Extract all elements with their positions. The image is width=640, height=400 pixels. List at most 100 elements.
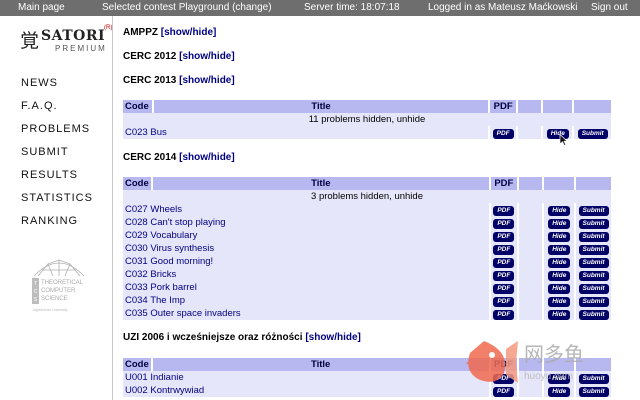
submit-cell: Submit bbox=[576, 281, 611, 294]
problem-title-link[interactable]: C030 Virus synthesis bbox=[123, 242, 489, 255]
satori-logo[interactable]: 覚 SATORI (R) PREMIUM bbox=[20, 25, 112, 66]
hide-button[interactable]: Hide bbox=[548, 231, 571, 242]
hide-button[interactable]: Hide bbox=[548, 283, 571, 294]
problem-title-link[interactable]: C034 The Imp bbox=[123, 294, 489, 307]
hide-cell: Hide bbox=[544, 216, 575, 229]
sign-out-link[interactable]: Sign out bbox=[591, 2, 628, 13]
section-cerc2012: CERC 2012 [show/hide] bbox=[123, 51, 235, 62]
sidebar: 覚 SATORI (R) PREMIUM NEWS F.A.Q. PROBLEM… bbox=[0, 16, 113, 400]
hide-cell: Hide bbox=[543, 126, 573, 139]
submit-button[interactable]: Submit bbox=[578, 270, 609, 281]
problem-title-link[interactable]: C028 Can't stop playing bbox=[123, 216, 489, 229]
header-code: Code bbox=[123, 177, 151, 190]
hide-button[interactable]: Hide bbox=[548, 309, 571, 320]
problem-title-link[interactable]: U002 Kontrwywiad bbox=[123, 384, 489, 397]
nav-results[interactable]: RESULTS bbox=[21, 168, 93, 191]
toggle-link[interactable]: [show/hide] bbox=[179, 51, 235, 62]
problem-title-link[interactable]: U001 Indianie bbox=[123, 371, 489, 384]
cerc2014-rows: C027 Wheels PDF Hide Submit C028 Can't stop … bbox=[123, 203, 611, 320]
toggle-link[interactable]: [show/hide] bbox=[179, 75, 235, 86]
pdf-button[interactable]: PDF bbox=[493, 257, 515, 268]
submit-button[interactable]: Submit bbox=[578, 296, 609, 307]
hide-cell: Hide bbox=[544, 203, 575, 216]
toggle-link[interactable]: [show/hide] bbox=[161, 27, 217, 38]
submit-button[interactable]: Submit bbox=[578, 218, 609, 229]
problem-title-link[interactable]: C027 Wheels bbox=[123, 203, 489, 216]
pdf-button[interactable]: PDF bbox=[492, 128, 514, 139]
hide-button[interactable]: Hide bbox=[548, 257, 571, 268]
submit-button[interactable]: Submit bbox=[578, 309, 609, 320]
problem-title-link[interactable]: C031 Good morning! bbox=[123, 255, 489, 268]
hide-button[interactable]: Hide bbox=[548, 244, 571, 255]
header-title: Title bbox=[153, 100, 489, 113]
empty-cell bbox=[518, 307, 543, 320]
mouse-cursor-icon bbox=[559, 134, 568, 146]
nav-ranking[interactable]: RANKING bbox=[21, 214, 93, 237]
selected-contest-link[interactable]: Selected contest Playground (change) bbox=[102, 2, 272, 13]
submit-button[interactable]: Submit bbox=[578, 205, 609, 216]
pdf-cell: PDF bbox=[490, 268, 517, 281]
problem-title-link[interactable]: C023 Bus bbox=[123, 126, 489, 139]
hide-button[interactable]: Hide bbox=[548, 205, 571, 216]
pdf-button[interactable]: PDF bbox=[493, 244, 515, 255]
top-bar: Main page Selected contest Playground (c… bbox=[0, 0, 640, 16]
nav-submit[interactable]: SUBMIT bbox=[21, 145, 93, 168]
hide-button[interactable]: Hide bbox=[548, 296, 571, 307]
submit-cell: Submit bbox=[576, 229, 611, 242]
table-row: C023 Bus PDF Hide Submit bbox=[123, 126, 611, 139]
empty-cell bbox=[518, 216, 543, 229]
problem-title-link[interactable]: C032 Bricks bbox=[123, 268, 489, 281]
nav-problems[interactable]: PROBLEMS bbox=[21, 122, 93, 145]
nav-news[interactable]: NEWS bbox=[21, 76, 93, 99]
unhide-link[interactable]: 11 problems hidden, unhide bbox=[123, 113, 611, 126]
toggle-link[interactable]: [show/hide] bbox=[305, 332, 361, 343]
header-code: Code bbox=[123, 100, 152, 113]
header-pdf: PDF bbox=[490, 100, 517, 113]
submit-button[interactable]: Submit bbox=[578, 257, 609, 268]
hide-cell: Hide bbox=[544, 294, 575, 307]
submit-button[interactable]: Submit bbox=[578, 244, 609, 255]
pdf-cell: PDF bbox=[490, 126, 517, 139]
pdf-button[interactable]: PDF bbox=[493, 296, 515, 307]
pdf-button[interactable]: PDF bbox=[493, 309, 515, 320]
submit-cell: Submit bbox=[576, 268, 611, 281]
submit-button[interactable]: Submit bbox=[578, 283, 609, 294]
tcs-line-4: Jagiellonian University bbox=[32, 308, 68, 312]
pdf-button[interactable]: PDF bbox=[493, 231, 515, 242]
submit-button[interactable]: Submit bbox=[578, 231, 609, 242]
table-row: C033 Pork barrel PDF Hide Submit bbox=[123, 281, 611, 294]
submit-cell: Submit bbox=[574, 126, 611, 139]
nav-faq[interactable]: F.A.Q. bbox=[21, 99, 93, 122]
empty-cell bbox=[518, 281, 543, 294]
unhide-link[interactable]: 3 problems hidden, unhide bbox=[123, 190, 611, 203]
problem-title-link[interactable]: C035 Outer space invaders bbox=[123, 307, 489, 320]
hide-cell: Hide bbox=[544, 242, 575, 255]
header-blank bbox=[544, 177, 575, 190]
logo-kanji: 覚 bbox=[20, 30, 40, 52]
nav-statistics[interactable]: STATISTICS bbox=[21, 191, 93, 214]
section-title: CERC 2012 bbox=[123, 51, 177, 62]
main-page-link[interactable]: Main page bbox=[18, 2, 65, 13]
pdf-button[interactable]: PDF bbox=[493, 283, 515, 294]
problem-title-link[interactable]: C029 Vocabulary bbox=[123, 229, 489, 242]
hide-cell: Hide bbox=[544, 281, 575, 294]
problem-title-link[interactable]: C033 Pork barrel bbox=[123, 281, 489, 294]
table-row: C034 The Imp PDF Hide Submit bbox=[123, 294, 611, 307]
pdf-button[interactable]: PDF bbox=[493, 218, 515, 229]
pdf-button[interactable]: PDF bbox=[493, 205, 515, 216]
header-blank bbox=[576, 177, 611, 190]
submit-button[interactable]: Submit bbox=[577, 128, 608, 139]
table-row: C030 Virus synthesis PDF Hide Submit bbox=[123, 242, 611, 255]
watermark-text: 网多鱼 bbox=[524, 342, 584, 366]
header-pdf: PDF bbox=[490, 177, 517, 190]
server-time: Server time: 18:07:18 bbox=[304, 2, 400, 13]
toggle-link[interactable]: [show/hide] bbox=[179, 152, 235, 163]
section-uzi: UZI 2006 i wcześniejsze oraz różności [s… bbox=[123, 332, 361, 343]
hide-button[interactable]: Hide bbox=[548, 218, 571, 229]
header-title: Title bbox=[152, 177, 489, 190]
empty-cell bbox=[518, 242, 543, 255]
hide-button[interactable]: Hide bbox=[548, 270, 571, 281]
hide-cell: Hide bbox=[544, 255, 575, 268]
pdf-button[interactable]: PDF bbox=[493, 270, 515, 281]
table-header-row: Code Title PDF bbox=[123, 100, 611, 113]
